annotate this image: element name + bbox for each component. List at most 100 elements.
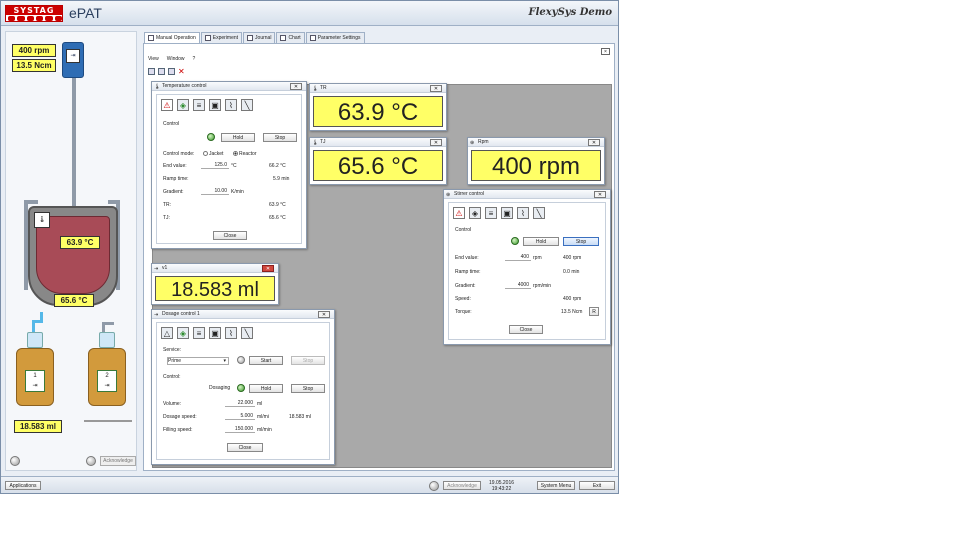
close-icon[interactable]: ✕ xyxy=(318,311,330,318)
close-icon[interactable]: ✕ xyxy=(290,83,302,90)
frame-close-icon[interactable]: × xyxy=(601,48,610,55)
target-icon[interactable]: ◈ xyxy=(177,99,189,111)
tab-label: Experiment xyxy=(212,35,239,41)
dosage-speed-label: Dosage speed: xyxy=(163,414,197,420)
image-icon[interactable]: ▣ xyxy=(501,207,513,219)
close-button[interactable]: Close xyxy=(509,325,543,334)
window-caption: 🌡 TR ✕ xyxy=(310,84,446,93)
trend-icon[interactable]: ⌇ xyxy=(517,207,529,219)
start-button[interactable]: Start xyxy=(249,356,283,365)
jacket-radio-icon xyxy=(203,151,208,157)
systag-logo: SYSTAG xyxy=(5,5,63,22)
close-icon[interactable]: ✕ xyxy=(588,139,600,146)
list-icon[interactable]: ≡ xyxy=(485,207,497,219)
service-select[interactable]: Prime ▾ xyxy=(167,357,229,365)
bottle1-number: 1 xyxy=(33,373,37,379)
dosage-speed-field[interactable]: 5.000 xyxy=(225,413,255,420)
volume-field[interactable]: 22.000 xyxy=(225,400,255,407)
brand-name: SYSTAG xyxy=(6,6,62,15)
stirrer-shaft xyxy=(72,78,76,208)
stirrer-control-window: ⊕ Stirrer control ✕ ⚠ ◈ ≡ ▣ ⌇ ╲ Control Ho… xyxy=(443,189,611,345)
torque-reset-button[interactable]: R xyxy=(589,307,599,316)
tab-label: Journal xyxy=(255,35,272,41)
window-title: Temperature control xyxy=(162,83,207,89)
gradient-field[interactable]: 10.00 xyxy=(201,188,229,195)
trend-icon[interactable]: ⌇ xyxy=(225,99,237,111)
end-value-field[interactable]: 400 xyxy=(505,254,531,261)
menu-view[interactable]: View xyxy=(148,56,159,66)
service-status-led xyxy=(237,356,245,364)
v1-display-value: 18.583 ml xyxy=(155,276,275,301)
jacket-radio[interactable]: Jacket xyxy=(203,151,223,157)
close-button[interactable]: Close xyxy=(213,231,247,240)
ramp-time-actual: 0.0 min xyxy=(563,269,580,275)
system-menu-button[interactable]: System Menu xyxy=(537,481,575,490)
image-icon[interactable]: ▣ xyxy=(209,99,221,111)
warning-icon[interactable]: ⚠ xyxy=(161,99,173,111)
hold-button[interactable]: Hold xyxy=(221,133,255,142)
tab-parameter-settings[interactable]: Parameter Settings xyxy=(305,32,365,43)
ramp-icon[interactable]: ╲ xyxy=(533,207,545,219)
tab-experiment[interactable]: Experiment xyxy=(200,32,243,43)
close-icon[interactable]: ✕ xyxy=(594,191,606,198)
window-title: Dosage control 1 xyxy=(162,311,200,317)
acknowledge-button[interactable]: Acknowledge xyxy=(443,481,481,490)
stop-button[interactable]: Stop xyxy=(291,384,325,393)
trend-icon[interactable]: ⌇ xyxy=(225,327,237,339)
dosing-bottle-2[interactable]: 2 ⇥ xyxy=(88,332,126,406)
list-icon[interactable]: ≡ xyxy=(193,327,205,339)
panel-acknowledge-button[interactable]: Acknowledge xyxy=(100,456,136,466)
end-value-field[interactable]: 125.0 xyxy=(201,162,229,169)
warning-icon[interactable]: ⚠ xyxy=(453,207,465,219)
alarm-led-icon xyxy=(10,456,20,466)
exit-button[interactable]: Exit xyxy=(579,481,615,490)
close-button[interactable]: Close xyxy=(227,443,263,452)
thermometer-icon: 🌡 xyxy=(34,212,50,228)
bottle1-neck xyxy=(27,332,43,348)
menu-bar: View Window ? xyxy=(148,56,195,66)
stirrer-mode-icon[interactable]: ◈ xyxy=(469,207,481,219)
balance-icon[interactable]: △ xyxy=(161,327,173,339)
tab-manual-operation[interactable]: Manual Operation xyxy=(144,32,200,43)
menu-help[interactable]: ? xyxy=(193,56,196,66)
hold-button[interactable]: Hold xyxy=(523,237,559,246)
filling-speed-field[interactable]: 150.000 xyxy=(225,426,255,433)
window-title: TR xyxy=(320,85,327,91)
stop-button[interactable]: Stop xyxy=(563,237,599,246)
process-overview-panel: 400 rpm 13.5 Ncm ⇥ 🌡 63.9 °C 65.6 °C 1 ⇥ … xyxy=(5,31,137,471)
ramp-icon[interactable]: ╲ xyxy=(241,99,253,111)
ramp-icon[interactable]: ╲ xyxy=(241,327,253,339)
tile-icon[interactable] xyxy=(158,68,165,75)
service-stop-button[interactable]: Stop xyxy=(291,356,325,365)
window-caption: ⊕ Stirrer control ✕ xyxy=(444,190,610,199)
cascade-icon[interactable] xyxy=(148,68,155,75)
target-icon[interactable]: ◈ xyxy=(177,327,189,339)
menu-window[interactable]: Window xyxy=(167,56,185,66)
stop-button[interactable]: Stop xyxy=(263,133,297,142)
image-icon[interactable]: ▣ xyxy=(209,327,221,339)
close-icon[interactable]: ✕ xyxy=(430,139,442,146)
reactor-radio[interactable]: Reactor xyxy=(233,151,257,157)
window-caption: ⊕ Rpm ✕ xyxy=(468,138,604,147)
tr-label: TR: xyxy=(163,202,172,208)
applications-button[interactable]: Applications xyxy=(5,481,41,490)
stirrer-motor-icon[interactable]: ⇥ xyxy=(62,42,84,78)
reactor-vessel[interactable]: 🌡 xyxy=(28,206,118,306)
journal-icon xyxy=(247,35,254,41)
arrange-icon[interactable] xyxy=(168,68,175,75)
dosing-bottle-1[interactable]: 1 ⇥ xyxy=(16,332,54,406)
close-icon[interactable]: ✕ xyxy=(430,85,442,92)
tab-journal[interactable]: Journal xyxy=(243,32,276,43)
end-value-actual: 400 rpm xyxy=(563,255,582,261)
close-icon[interactable]: ✕ xyxy=(262,265,274,272)
window-caption: ⇥ v1 ✕ xyxy=(152,264,278,273)
gradient-field[interactable]: 4000 xyxy=(505,282,531,289)
hold-button[interactable]: Hold xyxy=(249,384,283,393)
list-icon[interactable]: ≡ xyxy=(193,99,205,111)
control-label: Control: xyxy=(163,374,181,380)
window-caption: ⇥ Dosage control 1 ✕ xyxy=(152,310,334,319)
tj-display-window: 🌡 TJ ✕ 65.6 °C xyxy=(309,137,447,185)
close-all-icon[interactable]: ✕ xyxy=(178,68,185,76)
tab-label: Manual Operation xyxy=(156,35,196,41)
tab-chart[interactable]: Chart xyxy=(276,32,305,43)
